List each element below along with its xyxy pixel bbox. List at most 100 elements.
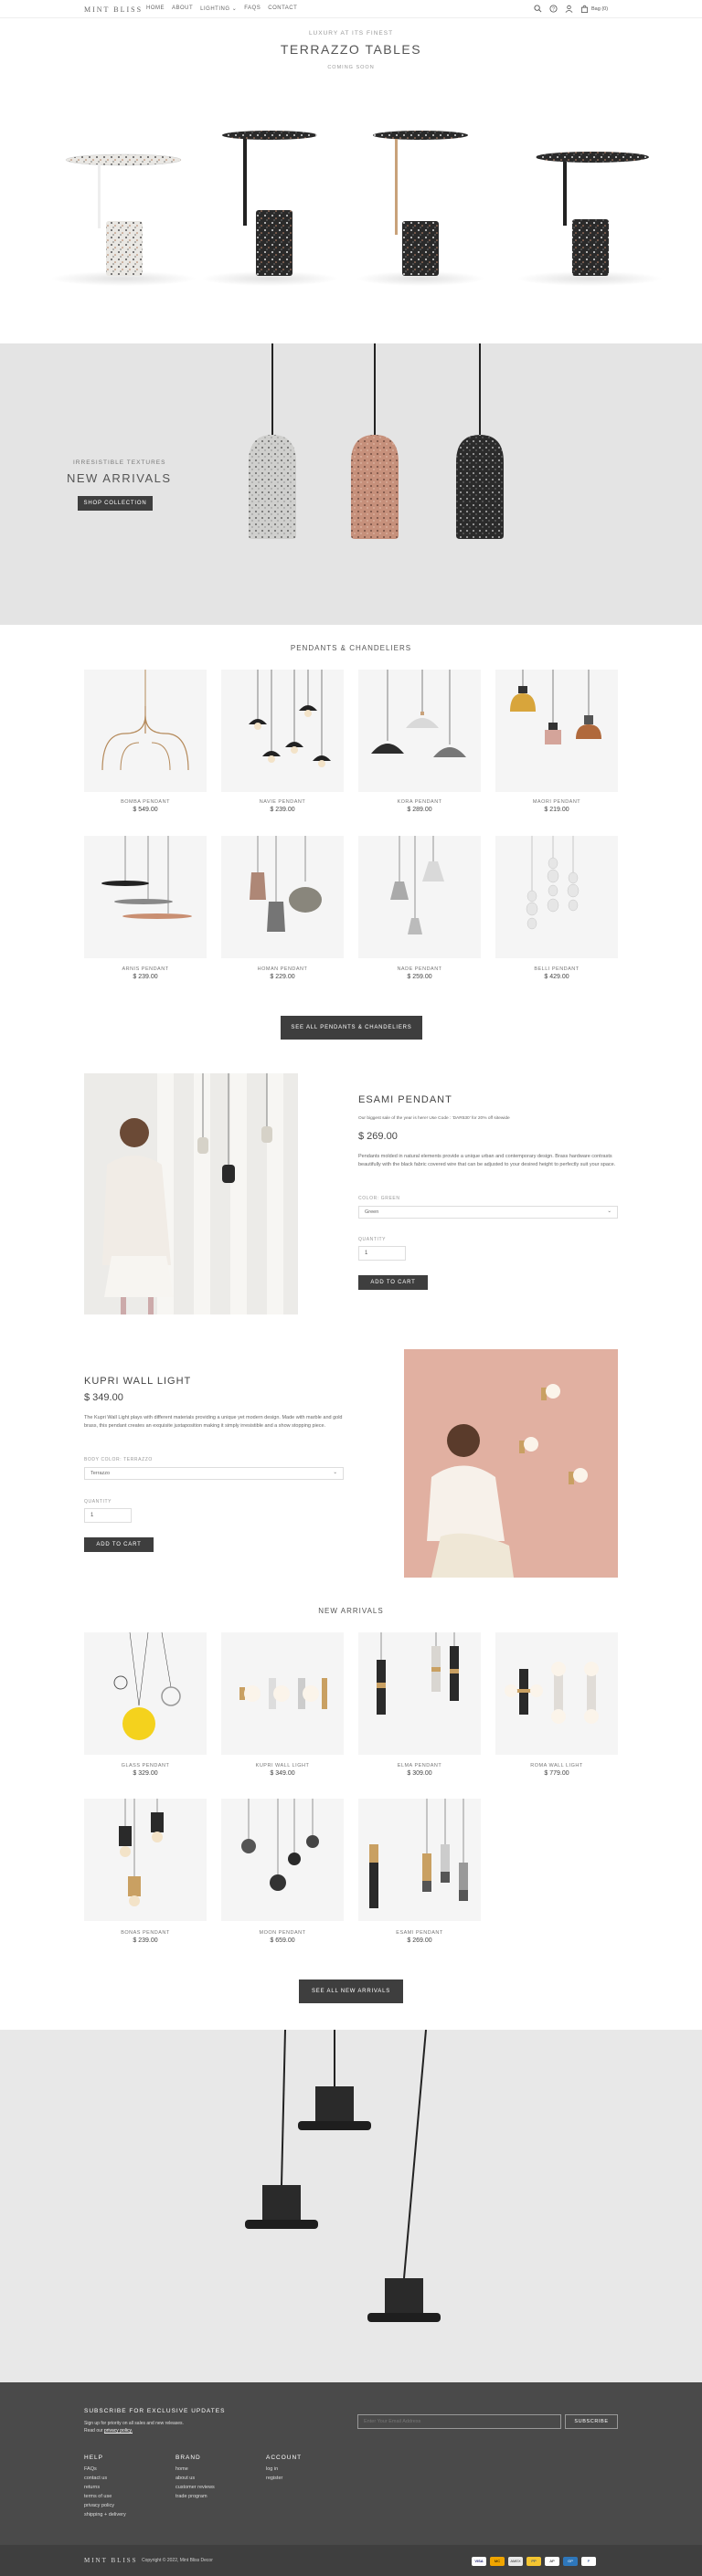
product-name: NAVIE PENDANT [259, 799, 306, 805]
product-price: $ 229.00 [270, 974, 295, 980]
copyright: Copyright © 2022, Mint Bliss Decor [142, 2558, 213, 2563]
nav-about[interactable]: ABOUT [172, 5, 193, 12]
footer-link-faqs[interactable]: FAQs [84, 2466, 97, 2472]
product-price: $ 659.00 [270, 1937, 295, 1944]
header-icons: ? Bag (0) [534, 5, 608, 13]
esami-color-select[interactable]: Green ⌄ [358, 1206, 618, 1219]
site-logo[interactable]: MINT BLISS [84, 5, 143, 14]
search-icon[interactable] [534, 5, 542, 13]
esami-lifestyle-image [84, 1073, 298, 1314]
product-image [84, 1632, 207, 1755]
pendant-banner [0, 2030, 702, 2382]
product-price: $ 429.00 [544, 974, 569, 980]
hero2-kicker: IRRESISTIBLE TEXTURES [73, 459, 166, 466]
kupri-color-value: Terrazzo [90, 1471, 111, 1476]
product-name: MAORI PENDANT [532, 799, 581, 805]
nav-faqs[interactable]: FAQS [244, 5, 261, 12]
footer-link-register[interactable]: register [266, 2476, 282, 2481]
bag-icon [580, 5, 589, 13]
nav-home[interactable]: HOME [146, 5, 165, 12]
product-price: $ 269.00 [407, 1937, 432, 1944]
product-name: MOON PENDANT [259, 1930, 306, 1936]
product-price: $ 309.00 [407, 1770, 432, 1777]
bag-count: Bag (0) [591, 5, 609, 12]
product-image [221, 1632, 344, 1755]
product-image [358, 670, 481, 792]
mastercard-icon: MC [490, 2557, 505, 2566]
svg-text:?: ? [552, 6, 555, 12]
product-image [221, 1799, 344, 1921]
product-name: ROMA WALL LIGHT [530, 1763, 583, 1768]
footer-link-returns[interactable]: returns [84, 2485, 100, 2490]
esami-color-label: COLOR: GREEN [358, 1196, 400, 1201]
footer-link-shipping[interactable]: shipping + delivery [84, 2512, 126, 2518]
kupri-add-to-cart-button[interactable]: ADD TO CART [84, 1537, 154, 1552]
product-image [358, 1632, 481, 1755]
esami-add-to-cart-button[interactable]: ADD TO CART [358, 1275, 428, 1290]
product-price: $ 329.00 [133, 1770, 158, 1777]
chevron-down-icon: ⌄ [333, 1470, 337, 1475]
amex-icon: AMEX [508, 2557, 523, 2566]
email-input[interactable] [357, 2414, 561, 2429]
see-all-new-arrivals-button[interactable]: SEE ALL NEW ARRIVALS [299, 1980, 403, 2003]
product-price: $ 239.00 [133, 974, 158, 980]
product-name: KUPRI WALL LIGHT [255, 1763, 310, 1768]
kupri-quantity-input[interactable]: 1 [84, 1508, 132, 1523]
hero-terrazzo-tables: LUXURY AT ITS FINEST TERRAZZO TABLES COM… [0, 18, 702, 343]
terrazzo-tables-image [50, 131, 663, 286]
product-name: GLASS PENDANT [121, 1763, 170, 1768]
privacy-line: Read our privacy policy. [84, 2428, 133, 2433]
pendant-trio-image [249, 343, 504, 539]
footer-link-trade[interactable]: trade program [176, 2494, 207, 2499]
esami-qty-label: QUANTITY [358, 1237, 387, 1242]
privacy-policy-link[interactable]: privacy policy. [104, 2428, 133, 2433]
footer-link-login[interactable]: log in [266, 2466, 278, 2472]
nav-contact[interactable]: CONTACT [268, 5, 297, 12]
account-heading: ACCOUNT [266, 2455, 303, 2461]
footer-link-about[interactable]: about us [176, 2476, 195, 2481]
footer-link-privacy[interactable]: privacy policy [84, 2503, 114, 2508]
product-name: BONAS PENDANT [121, 1930, 170, 1936]
footer-link-contact[interactable]: contact us [84, 2476, 107, 2481]
google-pay-icon: GP [563, 2557, 578, 2566]
pendants-section-title: PENDANTS & CHANDELIERS [290, 644, 412, 652]
chevron-down-icon: ⌄ [231, 6, 238, 12]
footer-link-terms[interactable]: terms of use [84, 2494, 112, 2499]
bag-link[interactable]: Bag (0) [580, 5, 608, 13]
product-image [495, 836, 618, 958]
footer-link-home[interactable]: home [176, 2466, 188, 2472]
product-image [358, 1799, 481, 1921]
product-name: BELLI PENDANT [534, 966, 580, 972]
product-image [221, 670, 344, 792]
user-icon[interactable] [565, 5, 573, 13]
esami-title: ESAMI PENDANT [358, 1094, 452, 1105]
help-icon[interactable]: ? [549, 5, 558, 13]
kupri-color-label: BODY COLOR: TERRAZZO [84, 1457, 153, 1462]
subscribe-button[interactable]: SUBSCRIBE [565, 2414, 618, 2429]
black-pendants-image [245, 2030, 441, 2322]
footer-logo[interactable]: MINT BLISS [84, 2557, 138, 2564]
esami-description: Pendants molded in natural elements prov… [358, 1154, 616, 1167]
kupri-title: KUPRI WALL LIGHT [84, 1376, 192, 1387]
nav-lighting[interactable]: LIGHTING ⌄ [200, 5, 237, 12]
subscribe-title: SUBSCRIBE FOR EXCLUSIVE UPDATES [84, 2408, 226, 2414]
product-name: HOMAN PENDANT [257, 966, 308, 972]
kupri-color-select[interactable]: Terrazzo ⌄ [84, 1467, 344, 1480]
product-name: ESAMI PENDANT [396, 1930, 443, 1936]
chevron-down-icon: ⌄ [607, 1209, 612, 1214]
product-price: $ 259.00 [407, 974, 432, 980]
see-all-pendants-button[interactable]: SEE ALL PENDANTS & CHANDELIERS [281, 1016, 422, 1040]
product-price: $ 289.00 [407, 807, 432, 813]
product-price: $ 239.00 [133, 1937, 158, 1944]
kupri-price: $ 349.00 [84, 1392, 123, 1403]
hero-title: TERRAZZO TABLES [280, 42, 422, 57]
esami-quantity-input[interactable]: 1 [358, 1246, 406, 1261]
kupri-description: The Kupri Wall Light plays with differen… [84, 1415, 343, 1429]
subscribe-text: Sign up for priority on all sales and ne… [84, 2421, 184, 2426]
shop-collection-button[interactable]: SHOP COLLECTION [78, 496, 153, 511]
privacy-prefix: Read our [84, 2428, 103, 2433]
product-name: BOMBA PENDANT [121, 799, 170, 805]
hero2-title: NEW ARRIVALS [67, 471, 172, 485]
footer-link-reviews[interactable]: customer reviews [176, 2485, 215, 2490]
help-heading: HELP [84, 2455, 103, 2461]
